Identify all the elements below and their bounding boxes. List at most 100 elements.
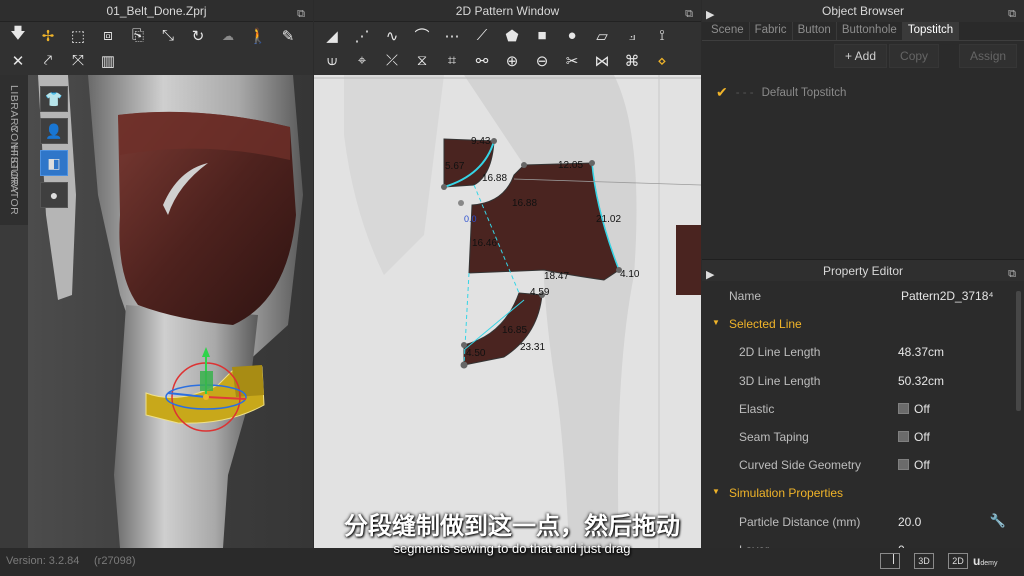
collapse-arrow-icon[interactable]: ▶ <box>706 4 714 26</box>
list-item-label: Default Topstitch <box>761 86 847 99</box>
pin2-icon[interactable]: ⤤ <box>34 49 62 72</box>
button-icon[interactable]: ⊕ <box>498 49 526 72</box>
section-simulation-properties[interactable]: ▼ Simulation Properties <box>702 478 1024 506</box>
curved-side-toggle[interactable]: Off <box>898 458 930 472</box>
texture-edit-icon[interactable]: ⌗ <box>438 49 466 72</box>
pin-2d-icon[interactable]: ⋄ <box>648 49 676 72</box>
tab-topstitch[interactable]: Topstitch <box>902 22 960 40</box>
object-browser-list: ✔ - - - Default Topstitch <box>702 71 1024 259</box>
copy-button[interactable]: Copy <box>889 44 940 68</box>
tab-fabric[interactable]: Fabric <box>750 22 793 40</box>
pleat-icon[interactable]: ⧖ <box>408 49 436 72</box>
edit-point-icon[interactable]: ⋰ <box>348 24 376 47</box>
2d-pattern-window[interactable]: 2D Pattern Window ⧉ ◢ ⋰ ∿ ⌒ ⋯ ⟋ ⬟ ■ ● ▱ … <box>314 0 701 548</box>
popout-icon[interactable]: ⧉ <box>685 3 693 25</box>
pattern-piece-edge[interactable] <box>676 225 701 295</box>
expand-triangle-icon[interactable]: ▼ <box>712 487 720 496</box>
object-browser-tabs: Scene Fabric Button Buttonhole Topstitch <box>702 22 1024 41</box>
texture-view-icon[interactable]: ◧ <box>40 150 68 176</box>
section-label: Simulation Properties <box>729 486 844 501</box>
show-avatar-icon[interactable]: 👤 <box>40 118 68 144</box>
add-point-icon[interactable]: ⋯ <box>438 24 466 47</box>
avatar-silhouette-icon[interactable]: ● <box>40 182 68 208</box>
polygon-icon[interactable]: ⬟ <box>498 24 526 47</box>
measure-label: 16.88 <box>512 198 537 209</box>
seam-taping-toggle[interactable]: Off <box>898 430 930 444</box>
section-selected-line[interactable]: ▼ Selected Line <box>702 309 1024 337</box>
measure-icon[interactable]: ▥ <box>94 49 122 72</box>
fold-arrangement-icon[interactable]: ⤫ <box>378 49 406 72</box>
expand-triangle-icon[interactable]: ▼ <box>712 318 720 327</box>
stitch-line-icon: - - - <box>735 86 754 99</box>
property-row-name: Name Pattern2D_3718⁴ <box>702 281 1024 309</box>
checkbox[interactable] <box>898 459 909 471</box>
list-item[interactable]: ✔ - - - Default Topstitch <box>716 84 1024 101</box>
3d-window-title: 01_Belt_Done.Zprj <box>106 4 207 18</box>
select-move-icon[interactable]: 🡇 <box>4 24 32 47</box>
assign-button[interactable]: Assign <box>959 44 1018 68</box>
buttonhole-icon[interactable]: ⊖ <box>528 49 556 72</box>
graphic-icon[interactable]: ⚯ <box>468 49 496 72</box>
checkbox[interactable] <box>898 402 909 414</box>
property-editor-titlebar: ▶ Property Editor ⧉ <box>702 259 1024 281</box>
pattern-point[interactable] <box>441 184 447 190</box>
edit-curve-icon[interactable]: ∿ <box>378 24 406 47</box>
internal-line-icon[interactable]: ⟋ <box>468 24 496 47</box>
free-sewing-icon[interactable]: ⟟ <box>648 24 676 47</box>
3d-viewport[interactable] <box>28 75 313 548</box>
gizmo-icon[interactable]: ✢ <box>34 24 62 47</box>
transform-icon[interactable]: ⧈ <box>94 24 122 47</box>
elastic-toggle[interactable]: Off <box>898 402 930 416</box>
2d-canvas[interactable]: 9.43 5.67 12.05 16.88 16.88 21.02 16.46 … <box>314 75 701 548</box>
curve-point-icon[interactable]: ⌒ <box>408 24 436 47</box>
trace-icon[interactable]: ▱ <box>588 24 616 47</box>
elastic-icon[interactable]: ⌘ <box>618 49 646 72</box>
property-value: Off <box>914 401 930 416</box>
tab-buttonhole[interactable]: Buttonhole <box>837 22 903 40</box>
add-button[interactable]: + Add <box>834 44 888 68</box>
subtitle-english: segments sewing to do that and just drag <box>393 541 631 556</box>
gizmo-center[interactable] <box>203 394 209 400</box>
popout-icon[interactable]: ⧉ <box>1008 3 1016 25</box>
pattern-point[interactable] <box>521 162 527 168</box>
property-value: 50.32cm <box>898 373 945 388</box>
tack-icon[interactable]: ⤡ <box>154 24 182 47</box>
property-row: Seam Taping Off <box>702 422 1024 450</box>
property-row: 2D Line Length 48.37cm <box>702 337 1024 365</box>
fold-icon[interactable]: ⎘ <box>124 24 152 47</box>
property-label: Elastic <box>739 401 775 416</box>
measure-label: 18.47 <box>544 271 569 282</box>
tab-configurator[interactable]: CONFIGURATOR <box>8 125 20 215</box>
checkmark-icon: ✔ <box>716 84 728 100</box>
circle-icon[interactable]: ● <box>558 24 586 47</box>
object-browser-titlebar: ▶ Object Browser ⧉ <box>702 0 1024 22</box>
3d-garment-window[interactable]: 01_Belt_Done.Zprj ⧉ 🡇 ✢ ⬚ ⧈ ⎘ ⤡ ↻ ☁ 🚶 ✎ … <box>0 0 313 548</box>
topstitch-icon[interactable]: ✂ <box>558 49 586 72</box>
arrange-icon[interactable]: ✕ <box>4 49 32 72</box>
segment-sewing-icon[interactable]: ⟓ <box>618 24 646 47</box>
zipper-icon[interactable]: ⋈ <box>588 49 616 72</box>
pattern-point[interactable] <box>491 138 497 144</box>
transform-pattern-icon[interactable]: ◢ <box>318 24 346 47</box>
popout-icon[interactable]: ⧉ <box>297 3 305 25</box>
avatar-pose-icon[interactable]: 🚶 <box>244 24 272 47</box>
box-select-icon[interactable]: ⬚ <box>64 24 92 47</box>
measure-label: 9.43 <box>471 136 491 147</box>
property-value: 48.37cm <box>898 345 945 360</box>
pin-icon[interactable]: ✎ <box>274 24 302 47</box>
2d-window-titlebar: 2D Pattern Window ⧉ <box>314 0 701 22</box>
tab-button[interactable]: Button <box>793 22 837 40</box>
checkbox[interactable] <box>898 430 909 442</box>
property-value[interactable]: Pattern2D_3718⁴ <box>901 289 994 303</box>
avatar-silhouette-left <box>344 75 444 275</box>
sewing-check-icon[interactable]: ⤧ <box>64 49 92 72</box>
pattern-point[interactable] <box>460 361 468 369</box>
notch-icon[interactable]: ⌖ <box>348 49 376 72</box>
gizmo-plane-handle[interactable] <box>200 371 213 391</box>
show-garment-icon[interactable]: 👕 <box>40 86 68 112</box>
pattern-point[interactable] <box>589 160 595 166</box>
strap-icon[interactable]: ↻ <box>184 24 212 47</box>
m-n-sewing-icon[interactable]: ⟒ <box>318 49 346 72</box>
rectangle-icon[interactable]: ■ <box>528 24 556 47</box>
cloud-icon[interactable]: ☁ <box>214 24 242 47</box>
